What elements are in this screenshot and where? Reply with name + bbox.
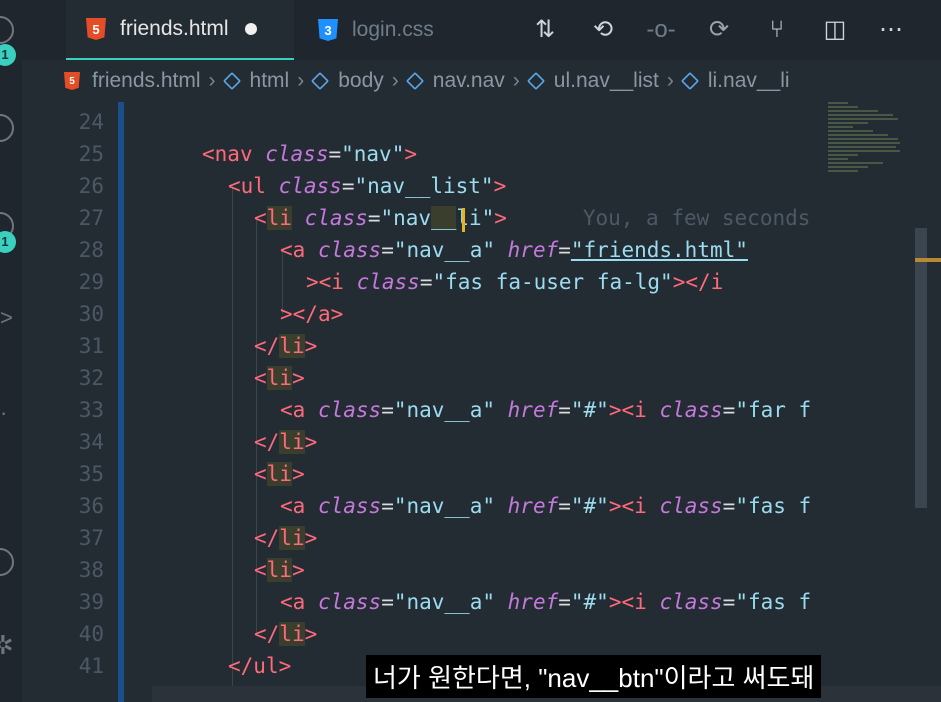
breadcrumb-item-ul[interactable]: ul.nav__list [554,69,659,93]
settings-gear-icon[interactable]: ✲ [0,630,14,661]
chevron-right-icon: › [297,69,305,92]
next-change-icon[interactable]: ⟳ [702,14,736,46]
line-number: 25 [78,142,104,166]
chevron-right-icon: › [512,69,520,92]
element-icon [222,71,241,91]
line-number: 32 [78,366,104,390]
extensions-dot-icon[interactable]: · [0,400,7,426]
line-number: 26 [78,174,104,198]
explorer-badge: 1 [0,44,16,66]
indent-guide [232,186,233,698]
line-number: 34 [78,430,104,454]
git-graph-icon[interactable]: ⑂ [760,14,794,46]
explorer-icon[interactable] [0,16,14,44]
line-number: 29 [78,270,104,294]
line-number: 28 [78,238,104,262]
minimap[interactable] [828,100,908,210]
commit-icon[interactable]: -o- [644,14,678,46]
git-blame-annotation: You, a few seconds [582,206,811,230]
tab-bar: 5 friends.html 3 login.css ⇅ ⟲ -o- ⟳ ⑂ ◫… [22,0,941,60]
breadcrumb-item-html[interactable]: html [250,69,290,93]
breadcrumb-item-nav[interactable]: nav.nav [433,69,505,93]
line-number: 35 [78,462,104,486]
css3-icon: 3 [318,19,338,41]
run-icon[interactable]: > [0,305,13,331]
breadcrumb-item-file[interactable]: friends.html [92,69,201,93]
line-number: 37 [78,526,104,550]
line-number: 38 [78,558,104,582]
previous-change-icon[interactable]: ⟲ [586,14,620,46]
line-number: 31 [78,334,104,358]
line-number: 36 [78,494,104,518]
line-number: 27 [78,206,104,230]
code-editor[interactable]: 24 25 <nav class="nav"> 26 <ul class="nav_… [22,102,941,702]
text-cursor [462,208,465,232]
chevron-right-icon: › [391,69,399,92]
tab-label: friends.html [120,17,229,40]
html5-icon: 5 [64,72,80,90]
chevron-right-icon: › [208,69,216,92]
video-subtitle: 너가 원한다면, "nav__btn"이라고 써도돼 [366,655,822,698]
element-icon [680,71,699,91]
line-number: 41 [78,654,104,678]
source-control-badge: 1 [0,231,16,253]
element-icon [311,71,330,91]
breadcrumb-item-body[interactable]: body [338,69,384,93]
breadcrumb: 5 friends.html › html › body › nav.nav ›… [22,60,941,102]
split-editor-icon[interactable]: ◫ [818,14,852,46]
activity-bar: 1 1 > · ✲ [0,0,22,702]
element-icon [405,71,424,91]
line-number: 40 [78,622,104,646]
line-number: 39 [78,590,104,614]
compare-changes-icon[interactable]: ⇅ [528,14,562,46]
git-change-indicator [118,102,124,702]
line-number: 30 [78,302,104,326]
tab-friends-html[interactable]: 5 friends.html [66,0,294,60]
line-number: 33 [78,398,104,422]
html5-icon: 5 [86,18,106,40]
unsaved-dot-icon[interactable] [244,23,257,35]
more-actions-icon[interactable]: ⋯ [874,14,908,46]
scrollbar-cursor-marker [915,258,941,262]
tab-login-css[interactable]: 3 login.css [318,0,434,60]
chevron-right-icon: › [666,69,674,92]
vertical-scrollbar[interactable] [915,228,927,508]
element-icon [526,71,545,91]
line-number: 24 [78,110,104,134]
search-icon[interactable] [0,114,14,142]
breadcrumb-item-li[interactable]: li.nav__li [708,69,790,93]
account-icon[interactable] [0,548,14,576]
tab-label: login.css [352,18,434,41]
